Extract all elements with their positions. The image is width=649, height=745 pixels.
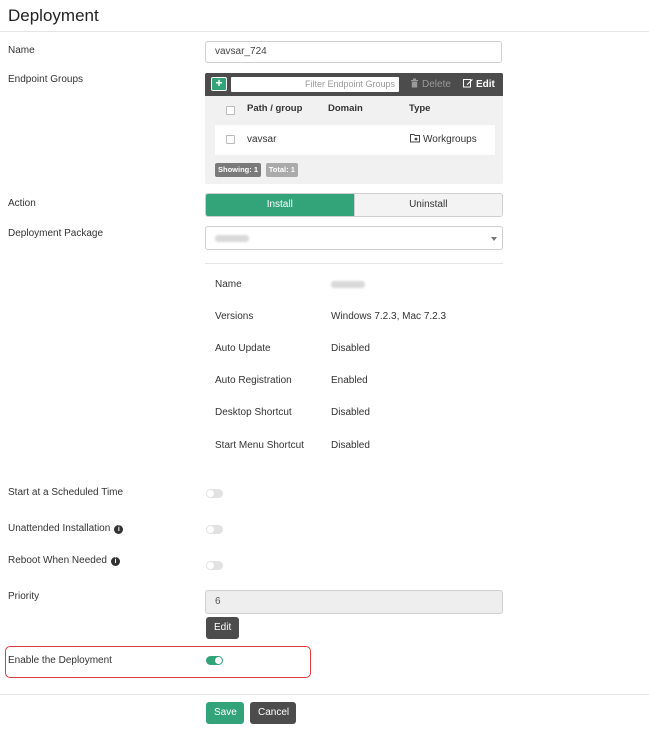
plus-icon[interactable]: + — [211, 77, 227, 91]
unattended-label-text: Unattended Installation — [8, 523, 111, 534]
name-label: Name — [8, 45, 35, 56]
action-label: Action — [8, 198, 36, 209]
column-header-domain[interactable]: Domain — [328, 103, 363, 114]
deployment-package-select[interactable] — [205, 226, 503, 250]
delete-button[interactable]: Delete — [410, 78, 451, 91]
install-option[interactable]: Install — [206, 194, 354, 216]
reboot-toggle[interactable] — [206, 561, 223, 570]
page-title: Deployment — [8, 6, 99, 25]
row-type: Workgroups — [410, 133, 477, 145]
toggle-knob — [215, 657, 222, 664]
edit-label: Edit — [476, 79, 495, 90]
delete-label: Delete — [422, 79, 451, 90]
deployment-package-label: Deployment Package — [8, 228, 104, 239]
action-toggle: Install Uninstall — [205, 193, 503, 217]
cancel-button[interactable]: Cancel — [250, 702, 296, 724]
enable-deployment-toggle[interactable] — [206, 656, 223, 665]
workgroup-icon — [410, 134, 420, 143]
package-value-redacted — [215, 235, 249, 242]
endpoint-groups-panel: + Filter Endpoint Groups Delete Edit Pat… — [205, 73, 503, 184]
unattended-label: Unattended Installation i — [8, 523, 124, 534]
detail-key-name: Name — [215, 279, 242, 290]
detail-value-auto-registration: Enabled — [331, 375, 368, 386]
save-button[interactable]: Save — [206, 702, 244, 724]
detail-key-start-menu-shortcut: Start Menu Shortcut — [215, 440, 304, 451]
start-scheduled-label: Start at a Scheduled Time — [8, 487, 124, 498]
endpoint-groups-counts: Showing: 1 Total: 1 — [215, 163, 300, 177]
detail-value-versions: Windows 7.2.3, Mac 7.2.3 — [331, 311, 447, 322]
filter-endpoint-groups-input[interactable]: Filter Endpoint Groups — [231, 77, 399, 92]
row-type-label: Workgroups — [423, 134, 477, 145]
enable-deployment-label: Enable the Deployment — [8, 655, 112, 666]
row-checkbox[interactable] — [226, 135, 235, 144]
showing-badge: Showing: 1 — [215, 163, 261, 177]
package-details-divider — [205, 263, 503, 264]
info-icon[interactable]: i — [110, 557, 120, 566]
start-scheduled-toggle[interactable] — [206, 489, 223, 498]
chevron-down-icon — [491, 237, 497, 241]
row-path: vavsar — [247, 134, 277, 145]
reboot-label: Reboot When Needed i — [8, 555, 120, 566]
priority-label: Priority — [8, 591, 40, 602]
detail-key-versions: Versions — [215, 311, 254, 322]
footer-divider — [0, 694, 649, 695]
table-row[interactable]: vavsar Workgroups — [215, 125, 495, 155]
info-icon[interactable]: i — [114, 525, 124, 534]
trash-icon — [411, 78, 418, 88]
reboot-label-text: Reboot When Needed — [8, 555, 107, 566]
detail-value-auto-update: Disabled — [331, 343, 370, 354]
uninstall-option[interactable]: Uninstall — [353, 194, 502, 216]
detail-value-start-menu-shortcut: Disabled — [331, 440, 370, 451]
detail-value-name-redacted — [331, 281, 365, 288]
edit-icon — [463, 79, 473, 88]
priority-input: 6 — [205, 590, 503, 614]
endpoint-groups-toolbar: + Filter Endpoint Groups Delete Edit — [205, 73, 503, 96]
edit-button[interactable]: Edit — [463, 78, 495, 91]
detail-key-auto-registration: Auto Registration — [215, 375, 292, 386]
select-all-checkbox[interactable] — [226, 106, 235, 115]
column-header-type[interactable]: Type — [409, 103, 430, 114]
header-divider — [0, 31, 649, 32]
detail-value-desktop-shortcut: Disabled — [331, 407, 370, 418]
toggle-knob — [207, 526, 214, 533]
detail-key-desktop-shortcut: Desktop Shortcut — [215, 407, 292, 418]
endpoint-groups-header: Path / group Domain Type — [215, 103, 495, 119]
total-badge: Total: 1 — [265, 163, 298, 177]
toggle-knob — [207, 562, 214, 569]
toggle-knob — [207, 490, 214, 497]
detail-key-auto-update: Auto Update — [215, 343, 271, 354]
unattended-toggle[interactable] — [206, 525, 223, 534]
endpoint-groups-label: Endpoint Groups — [8, 74, 84, 85]
name-input[interactable]: vavsar_724 — [205, 41, 502, 63]
priority-edit-button[interactable]: Edit — [206, 617, 239, 639]
column-header-path[interactable]: Path / group — [247, 103, 302, 114]
